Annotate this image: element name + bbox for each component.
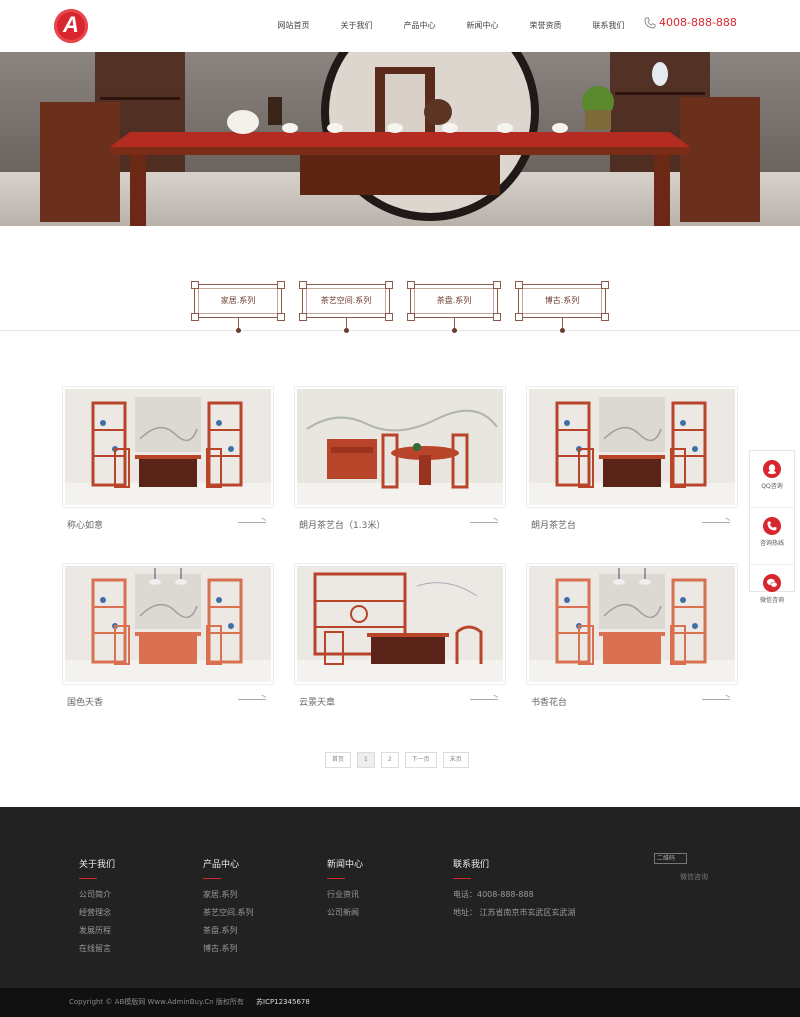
page-1[interactable]: 1 xyxy=(357,752,375,768)
product-card[interactable]: 国色天香 xyxy=(62,563,274,708)
footer-link[interactable]: 经营理念 xyxy=(79,904,115,922)
footer-link[interactable]: 博古.系列 xyxy=(203,940,254,958)
main-nav: 网站首页 关于我们 产品中心 新闻中心 荣誉资质 联系我们 xyxy=(262,0,640,52)
wechat-consult[interactable]: 微信咨询 xyxy=(750,574,794,621)
product-image[interactable] xyxy=(526,386,738,508)
footer-link[interactable]: 行业资讯 xyxy=(327,886,363,904)
tab-antique-series[interactable]: 博古.系列 xyxy=(515,281,609,333)
tab-corner-ornament xyxy=(191,313,199,321)
phone-icon xyxy=(644,17,656,28)
phone-icon xyxy=(767,521,777,531)
footer-link[interactable]: 茶艺空间.系列 xyxy=(203,904,254,922)
qr-label: 微信咨询 xyxy=(680,873,708,881)
tab-corner-ornament xyxy=(385,313,393,321)
footer-link[interactable]: 发展历程 xyxy=(79,922,115,940)
product-name[interactable]: 朗月茶艺台 xyxy=(531,518,576,531)
qq-consult[interactable]: QQ咨询 xyxy=(750,460,794,508)
tab-corner-ornament xyxy=(277,281,285,289)
phone-number: 4008-888-888 xyxy=(659,16,737,29)
copyright-text: Copyright © AB模版网 Www.AdminBuy.Cn 版权所有 xyxy=(69,998,244,1006)
tab-corner-ornament xyxy=(191,281,199,289)
product-card[interactable]: 云景天章 xyxy=(294,563,506,708)
hotline-consult[interactable]: 咨询热线 xyxy=(750,517,794,565)
footer-about: 关于我们 公司简介 经营理念 发展历程 在线留言 xyxy=(79,857,115,958)
arrow-right-icon xyxy=(238,699,266,700)
tab-home-series[interactable]: 家居.系列 xyxy=(191,281,285,333)
arrow-right-icon xyxy=(702,699,730,700)
arrow-right-icon xyxy=(702,522,730,523)
tab-corner-ornament xyxy=(385,281,393,289)
qq-icon xyxy=(768,464,776,475)
tab-marker xyxy=(344,328,349,333)
site-footer: 关于我们 公司简介 经营理念 发展历程 在线留言 产品中心 家居.系列 茶艺空间… xyxy=(0,807,800,988)
nav-news[interactable]: 新闻中心 xyxy=(451,0,514,52)
tab-tea-space-series[interactable]: 茶艺空间.系列 xyxy=(299,281,393,333)
footer-link[interactable]: 家居.系列 xyxy=(203,886,254,904)
tabs-divider xyxy=(0,330,800,331)
tab-corner-ornament xyxy=(515,313,523,321)
product-image[interactable] xyxy=(294,563,506,685)
footer-link[interactable]: 茶盘.系列 xyxy=(203,922,254,940)
product-card[interactable]: 朗月茶艺台 xyxy=(526,386,738,531)
nav-contact[interactable]: 联系我们 xyxy=(577,0,640,52)
copyright-bar: Copyright © AB模版网 Www.AdminBuy.Cn 版权所有 苏… xyxy=(0,988,800,1017)
site-logo[interactable]: A xyxy=(54,9,88,43)
nav-honors[interactable]: 荣誉资质 xyxy=(514,0,577,52)
footer-phone: 电话：4008-888-888 xyxy=(453,890,534,899)
tab-tea-tray-series[interactable]: 茶盘.系列 xyxy=(407,281,501,333)
product-name[interactable]: 朗月茶艺台（1.3米） xyxy=(299,518,385,531)
tab-corner-ornament xyxy=(493,281,501,289)
tab-corner-ornament xyxy=(277,313,285,321)
tab-corner-ornament xyxy=(299,281,307,289)
product-card[interactable]: 称心如意 xyxy=(62,386,274,531)
footer-products: 产品中心 家居.系列 茶艺空间.系列 茶盘.系列 博古.系列 xyxy=(203,857,254,958)
tab-corner-ornament xyxy=(601,313,609,321)
arrow-right-icon xyxy=(470,522,498,523)
tab-corner-ornament xyxy=(407,313,415,321)
tab-marker xyxy=(452,328,457,333)
product-card[interactable]: 朗月茶艺台（1.3米） xyxy=(294,386,506,531)
wechat-icon xyxy=(767,578,778,588)
page-2[interactable]: 2 xyxy=(380,752,399,768)
floating-contact-widget: QQ咨询 咨询热线 微信咨询 xyxy=(749,450,795,604)
tab-corner-ornament xyxy=(407,281,415,289)
page-next[interactable]: 下一页 xyxy=(404,752,437,768)
tab-marker xyxy=(560,328,565,333)
tab-corner-ornament xyxy=(493,313,501,321)
pagination: 首页 1 2 下一页 末页 xyxy=(325,752,469,768)
nav-about[interactable]: 关于我们 xyxy=(325,0,388,52)
tab-marker xyxy=(236,328,241,333)
nav-home[interactable]: 网站首页 xyxy=(262,0,325,52)
icp-number[interactable]: 苏ICP12345678 xyxy=(256,997,310,1007)
footer-link[interactable]: 公司新闻 xyxy=(327,904,363,922)
hero-banner xyxy=(0,52,800,226)
product-image[interactable] xyxy=(526,563,738,685)
product-image[interactable] xyxy=(294,386,506,508)
arrow-right-icon xyxy=(238,522,266,523)
tab-corner-ornament xyxy=(515,281,523,289)
product-name[interactable]: 称心如意 xyxy=(67,518,103,531)
tab-corner-ornament xyxy=(299,313,307,321)
footer-link[interactable]: 在线留言 xyxy=(79,940,115,958)
product-image[interactable] xyxy=(62,563,274,685)
product-image[interactable] xyxy=(62,386,274,508)
footer-news: 新闻中心 行业资讯 公司新闻 xyxy=(327,857,363,922)
nav-products[interactable]: 产品中心 xyxy=(388,0,451,52)
footer-contact: 联系我们 电话：4008-888-888 地址： 江苏省南京市玄武区玄武湖 xyxy=(453,857,576,922)
footer-address: 地址： 江苏省南京市玄武区玄武湖 xyxy=(453,908,576,917)
page-last[interactable]: 末页 xyxy=(442,752,469,768)
product-name[interactable]: 云景天章 xyxy=(299,695,335,708)
product-card[interactable]: 书香花台 xyxy=(526,563,738,708)
header-phone: 4008-888-888 xyxy=(644,16,737,29)
qr-code-image: 二维码 xyxy=(654,853,687,864)
page-first[interactable]: 首页 xyxy=(325,752,352,768)
footer-link[interactable]: 公司简介 xyxy=(79,886,115,904)
product-name[interactable]: 书香花台 xyxy=(531,695,567,708)
product-name[interactable]: 国色天香 xyxy=(67,695,103,708)
site-header: A 网站首页 关于我们 产品中心 新闻中心 荣誉资质 联系我们 4008-888… xyxy=(0,0,800,52)
tab-corner-ornament xyxy=(601,281,609,289)
arrow-right-icon xyxy=(470,699,498,700)
